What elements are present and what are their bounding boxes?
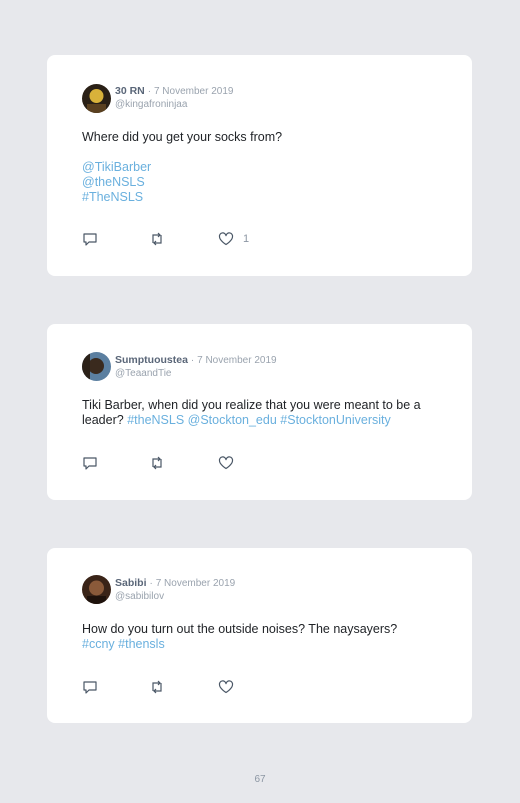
hashtag-link[interactable]: #StocktonUniversity xyxy=(280,413,390,427)
author-name[interactable]: 30 RN xyxy=(115,85,145,97)
retweet-icon xyxy=(152,680,162,694)
retweet-icon xyxy=(152,456,162,470)
separator: · xyxy=(190,355,195,366)
retweet-button[interactable] xyxy=(149,680,165,694)
separator: · xyxy=(147,86,152,97)
retweet-button[interactable] xyxy=(149,456,165,470)
avatar[interactable] xyxy=(82,352,111,381)
like-count: 1 xyxy=(243,233,250,245)
retweet-button[interactable] xyxy=(149,232,165,246)
tweet-body: Where did you get your socks from? @Tiki… xyxy=(82,130,442,205)
tweet-header: 30 RN · 7 November 2019 @kingafroninjaa xyxy=(115,85,233,111)
tweet-card: Sumptuoustea · 7 November 2019 @TeaandTi… xyxy=(47,324,472,500)
author-handle[interactable]: @TeaandTie xyxy=(115,367,277,380)
separator: · xyxy=(149,578,153,589)
author-name[interactable]: Sabibi xyxy=(115,577,147,589)
tweet-card: 30 RN · 7 November 2019 @kingafroninjaa … xyxy=(47,55,472,276)
heart-icon xyxy=(218,232,234,246)
mention-link[interactable]: @Stockton_edu xyxy=(188,413,277,427)
tweet-body: Tiki Barber, when did you realize that y… xyxy=(82,398,442,428)
reply-icon xyxy=(83,457,97,470)
reply-icon xyxy=(83,681,97,694)
reply-button[interactable] xyxy=(82,456,98,470)
hashtag-link[interactable]: #ccny xyxy=(82,637,115,651)
heart-icon xyxy=(218,456,234,470)
tweet-date[interactable]: 7 November 2019 xyxy=(197,355,277,366)
hashtag-link[interactable]: #TheNSLS xyxy=(82,190,442,205)
author-name[interactable]: Sumptuoustea xyxy=(115,354,188,366)
author-handle[interactable]: @sabibilov xyxy=(115,590,235,603)
retweet-icon xyxy=(152,232,162,246)
tweet-date[interactable]: 7 November 2019 xyxy=(156,578,236,589)
tweet-header: Sumptuoustea · 7 November 2019 @TeaandTi… xyxy=(115,354,277,380)
hashtag-link[interactable]: #theNSLS xyxy=(127,413,184,427)
author-handle[interactable]: @kingafroninjaa xyxy=(115,98,233,111)
tweet-header: Sabibi · 7 November 2019 @sabibilov xyxy=(115,577,235,603)
reply-button[interactable] xyxy=(82,232,98,246)
reply-button[interactable] xyxy=(82,680,98,694)
tweet-text: How do you turn out the outside noises? … xyxy=(82,622,398,636)
reply-icon xyxy=(83,233,97,246)
like-button[interactable] xyxy=(218,680,234,694)
tweet-card: Sabibi · 7 November 2019 @sabibilov How … xyxy=(47,548,472,723)
page-number: 67 xyxy=(254,774,266,785)
tweet-date[interactable]: 7 November 2019 xyxy=(154,86,234,97)
mention-link[interactable]: @TikiBarber xyxy=(82,160,442,175)
like-button[interactable] xyxy=(218,456,234,470)
mention-link[interactable]: @theNSLS xyxy=(82,175,442,190)
tweet-body: How do you turn out the outside noises? … xyxy=(82,622,442,652)
tweet-text: Where did you get your socks from? xyxy=(82,130,283,144)
like-button[interactable]: 1 xyxy=(218,232,249,246)
avatar[interactable] xyxy=(82,575,111,604)
heart-icon xyxy=(218,680,234,694)
hashtag-link[interactable]: #thensls xyxy=(118,637,165,651)
avatar[interactable] xyxy=(82,84,111,113)
